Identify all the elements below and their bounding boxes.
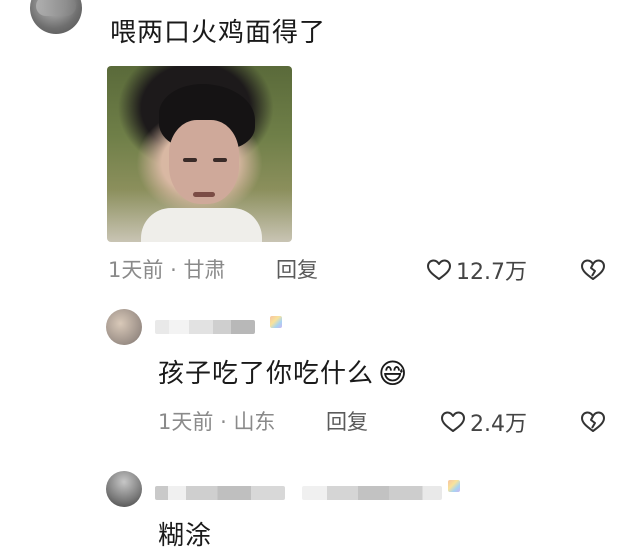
avatar[interactable] (30, 0, 82, 34)
username-redacted[interactable] (155, 320, 255, 334)
dislike-button[interactable] (580, 258, 606, 286)
username-redacted[interactable] (155, 486, 285, 500)
comment-location: 甘肃 (183, 258, 226, 282)
username-redacted[interactable] (302, 486, 442, 500)
heart-icon (426, 258, 452, 288)
avatar[interactable] (106, 309, 142, 345)
reaction-image[interactable] (107, 66, 292, 242)
reply-text: 糊涂 (158, 521, 213, 551)
reply-text: 孩子吃了你吃什么 😅 (158, 357, 409, 390)
user-badge (270, 316, 282, 328)
comment-time: 1天前 (108, 258, 164, 282)
like-button[interactable]: 12.7万 (426, 258, 527, 288)
separator: · (170, 258, 177, 282)
reply-text-content: 孩子吃了你吃什么 (158, 359, 375, 389)
reply-meta: 1天前 · 山东 (158, 410, 275, 434)
separator: · (220, 410, 227, 434)
comment-meta: 1天前 · 甘肃 (108, 258, 225, 282)
like-button[interactable]: 2.4万 (440, 410, 527, 440)
comment-text: 喂两口火鸡面得了 (110, 18, 327, 48)
broken-heart-icon (580, 259, 606, 286)
reply-time: 1天前 (158, 410, 214, 434)
reply-location: 山东 (233, 410, 276, 434)
broken-heart-icon (580, 411, 606, 438)
dislike-button[interactable] (580, 410, 606, 438)
reply-button[interactable]: 回复 (326, 410, 368, 434)
reply-button[interactable]: 回复 (276, 258, 318, 282)
like-count: 12.7万 (456, 260, 527, 285)
like-count: 2.4万 (470, 412, 527, 437)
heart-icon (440, 410, 466, 440)
user-badge (448, 480, 460, 492)
avatar[interactable] (106, 471, 142, 507)
sweat-smile-icon: 😅 (378, 357, 409, 390)
